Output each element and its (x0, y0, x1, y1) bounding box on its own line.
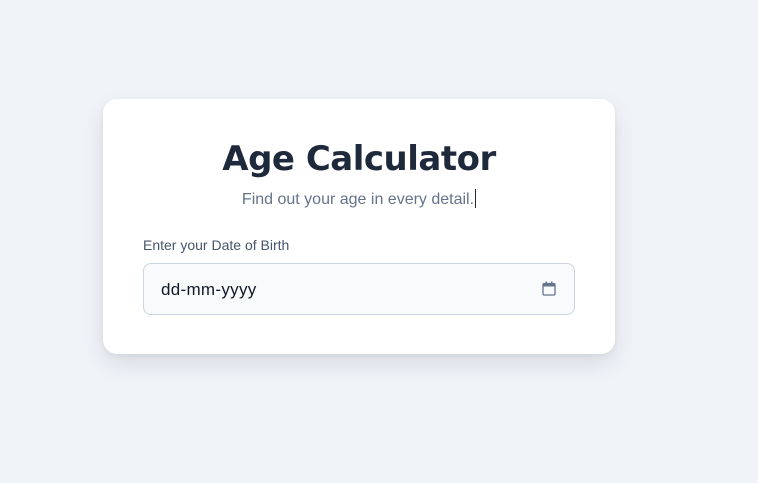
dob-label: Enter your Date of Birth (143, 237, 290, 253)
age-calculator-card: Age Calculator Find out your age in ever… (103, 99, 615, 354)
page-subtitle: Find out your age in every detail. (103, 189, 615, 210)
dob-input-placeholder: dd-mm-yyyy (161, 280, 257, 299)
text-cursor (475, 189, 477, 208)
subtitle-text: Find out your age in every detail. (241, 191, 475, 208)
dob-input[interactable]: dd-mm-yyyy (143, 263, 575, 315)
page-title: Age Calculator (222, 139, 496, 179)
calendar-icon[interactable] (542, 281, 556, 296)
